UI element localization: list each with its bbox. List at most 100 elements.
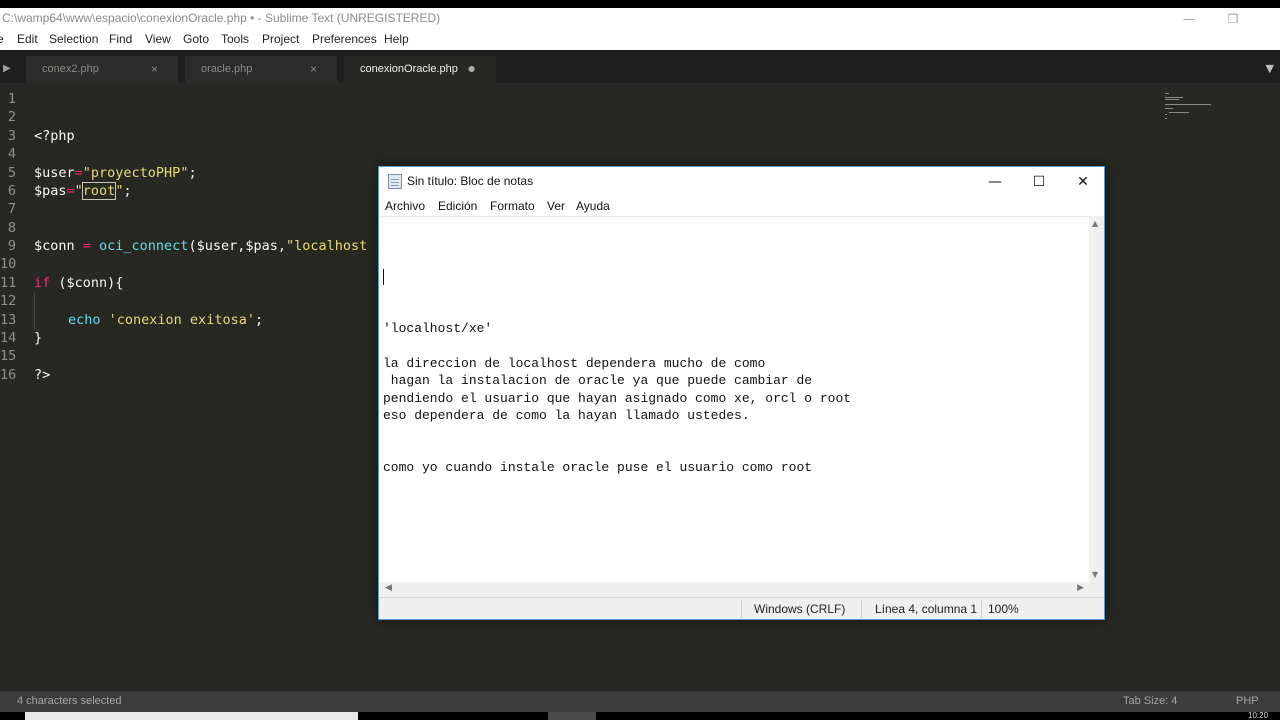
notepad-window: Sin título: Bloc de notas — ☐ ✕ Archivo … <box>378 166 1105 620</box>
text-line: como yo cuando instale oracle puse el us… <box>383 460 813 475</box>
tab-size-status[interactable]: Tab Size: 4 <box>1123 695 1177 707</box>
notepad-text-area[interactable]: 'localhost/xe' la direccion de localhost… <box>380 216 1089 582</box>
syntax-status[interactable]: PHP <box>1236 695 1259 707</box>
zoom-status: 100% <box>988 602 1019 616</box>
minimap-line <box>1165 104 1211 105</box>
maximize-icon[interactable]: ☐ <box>1017 167 1061 196</box>
line-number: 13 <box>0 312 17 328</box>
menu-file[interactable]: e <box>0 32 4 46</box>
line-number: 5 <box>7 165 16 181</box>
restore-icon[interactable]: ❐ <box>1210 10 1256 28</box>
scroll-left-icon[interactable]: ◀ <box>385 583 392 593</box>
menu-project[interactable]: Project <box>262 32 299 46</box>
taskbar-clock: 10:20 <box>1248 711 1269 720</box>
token-punct: ; <box>254 312 264 328</box>
tab-label: oracle.php <box>201 63 253 75</box>
minimap-line <box>1169 112 1189 113</box>
text-caret <box>383 269 384 285</box>
token-function: oci_connect <box>99 238 189 254</box>
menu-ayuda[interactable]: Ayuda <box>576 199 610 213</box>
vertical-scrollbar[interactable]: ▲ ▼ <box>1089 216 1104 582</box>
text-line: la direccion de localhost dependera much… <box>383 356 766 371</box>
menu-archivo[interactable]: Archivo <box>385 199 425 213</box>
indent-guide <box>34 293 35 330</box>
token-var: $conn <box>34 238 75 254</box>
tab-conexionoracle[interactable]: conexionOracle.php ● <box>344 56 496 83</box>
text-line: hagan la instalacion de oracle ya que pu… <box>383 373 813 388</box>
token-op: = <box>74 165 83 181</box>
status-divider <box>861 600 862 618</box>
menu-tools[interactable]: Tools <box>221 32 249 46</box>
line-number: 15 <box>0 348 17 364</box>
status-divider <box>741 600 742 618</box>
line-number: 9 <box>7 238 16 254</box>
scroll-right-icon[interactable]: ▶ <box>1077 583 1084 593</box>
notepad-titlebar: Sin título: Bloc de notas — ☐ ✕ <box>379 167 1104 196</box>
close-icon[interactable]: ✕ <box>1061 167 1105 196</box>
taskbar-item[interactable] <box>25 712 358 720</box>
notepad-title: Sin título: Bloc de notas <box>407 174 534 188</box>
line-number: 4 <box>7 146 16 162</box>
scroll-up-icon[interactable]: ▲ <box>1092 219 1098 228</box>
scrollbar-corner <box>1089 582 1104 597</box>
minimap-line <box>1165 99 1179 100</box>
php-open-tag: <?php <box>34 128 75 144</box>
line-number: 10 <box>0 256 17 272</box>
menu-formato[interactable]: Formato <box>490 199 535 213</box>
php-close-tag: ?> <box>34 367 51 383</box>
menu-edit[interactable]: Edit <box>17 32 38 46</box>
tab-label: conex2.php <box>42 63 99 75</box>
code-line-6: $pas="root"; <box>34 182 132 200</box>
tab-oracle[interactable]: oracle.php × <box>185 56 337 83</box>
close-icon[interactable]: × <box>151 62 158 76</box>
notepad-app-icon <box>388 174 402 189</box>
line-number: 8 <box>7 220 16 236</box>
line-number: 1 <box>7 91 16 107</box>
minimap-line <box>1165 108 1173 109</box>
token-args: ($conn){ <box>50 275 124 291</box>
code-line-14: } <box>34 330 42 346</box>
minimap-line <box>1165 93 1169 94</box>
menu-preferences[interactable]: Preferences <box>312 32 377 46</box>
sublime-tabbar: ▶ conex2.php × oracle.php × conexionOrac… <box>0 50 1280 83</box>
status-divider <box>981 600 982 618</box>
taskbar-item[interactable] <box>548 712 596 720</box>
close-icon[interactable]: × <box>310 62 317 76</box>
selection-status: 4 characters selected <box>17 695 122 707</box>
tab-dropdown-icon[interactable]: ▼ <box>1266 62 1274 75</box>
line-number: 6 <box>7 183 16 199</box>
minimap-line <box>1165 114 1167 115</box>
minimize-icon[interactable]: — <box>1166 10 1212 28</box>
menu-edicion[interactable]: Edición <box>438 199 477 213</box>
minimap[interactable] <box>1165 93 1215 123</box>
sublime-titlebar: C:\wamp64\www\espacio\conexionOracle.php… <box>0 8 1280 30</box>
token-keyword: if <box>34 275 51 291</box>
menu-selection[interactable]: Selection <box>49 32 98 46</box>
scroll-down-icon[interactable]: ▼ <box>1092 570 1098 579</box>
minimize-icon[interactable]: — <box>973 167 1017 196</box>
code-line-11: if ($conn){ <box>34 275 123 291</box>
selected-text: root <box>81 182 117 200</box>
menu-ver[interactable]: Ver <box>547 199 565 213</box>
unsaved-dot-icon[interactable]: ● <box>468 60 476 76</box>
text-line: pendiendo el usuario que hayan asignado … <box>383 391 852 406</box>
tab-scroll-left-icon[interactable]: ▶ <box>3 63 11 74</box>
cursor-position-status: Línea 4, columna 1 <box>875 602 978 616</box>
minimap-line <box>1165 97 1183 98</box>
menu-help[interactable]: Help <box>384 32 409 46</box>
code-line-16: ?> <box>34 367 50 383</box>
letterbox-top <box>0 0 1280 8</box>
token-op: = <box>74 238 100 254</box>
line-number: 14 <box>0 330 17 346</box>
token-punct: } <box>34 330 43 346</box>
menu-goto[interactable]: Goto <box>183 32 209 46</box>
menu-view[interactable]: View <box>145 32 171 46</box>
text-line: eso dependera de como la hayan llamado u… <box>383 408 750 423</box>
line-number: 12 <box>0 293 17 309</box>
horizontal-scrollbar[interactable]: ◀ ▶ <box>380 582 1089 597</box>
taskbar-strip: 10:20 <box>0 712 1280 720</box>
tab-conex2[interactable]: conex2.php × <box>26 56 178 83</box>
line-number: 16 <box>0 367 17 383</box>
menu-find[interactable]: Find <box>109 32 132 46</box>
line-number: 3 <box>7 128 16 144</box>
